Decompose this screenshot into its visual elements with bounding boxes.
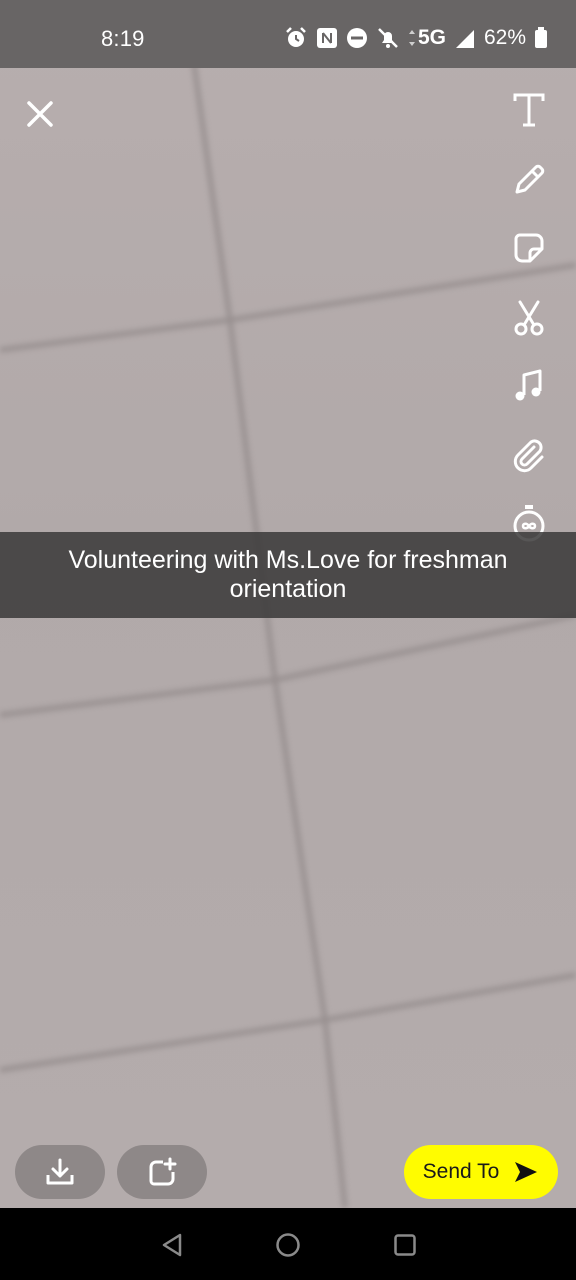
- text-tool-button[interactable]: [509, 90, 549, 130]
- send-to-button[interactable]: Send To: [404, 1145, 558, 1199]
- download-icon: [46, 1158, 74, 1185]
- scissors-icon: [514, 300, 544, 336]
- attachment-tool-button[interactable]: [509, 435, 549, 475]
- sticker-tool-button[interactable]: [509, 228, 549, 268]
- draw-tool-button[interactable]: [509, 160, 549, 200]
- status-bar: 8:19 5G 62%: [0, 0, 576, 68]
- caption-text[interactable]: Volunteering with Ms.Love for freshman o…: [38, 546, 538, 604]
- add-story-icon: [149, 1157, 177, 1186]
- nfc-icon: [316, 28, 337, 48]
- add-to-story-button[interactable]: [117, 1145, 207, 1199]
- sticker-icon: [514, 233, 544, 263]
- battery-icon: [535, 27, 547, 48]
- scissors-tool-button[interactable]: [509, 298, 549, 338]
- pencil-icon: [515, 164, 545, 194]
- status-icons: 5G 62%: [284, 24, 548, 52]
- save-button[interactable]: [15, 1145, 105, 1199]
- nav-recents-button[interactable]: [390, 1230, 420, 1260]
- status-time: 8:19: [101, 26, 145, 51]
- system-nav-bar: [0, 1208, 576, 1280]
- do-not-disturb-icon: [346, 28, 367, 48]
- caption-bar[interactable]: Volunteering with Ms.Love for freshman o…: [0, 532, 576, 618]
- send-arrow-icon: [515, 1162, 538, 1182]
- network-type: 5G: [417, 26, 446, 49]
- text-tool-icon: [513, 93, 545, 127]
- music-tool-button[interactable]: [509, 366, 549, 406]
- music-note-icon: [515, 369, 542, 401]
- close-button[interactable]: [22, 96, 58, 132]
- paperclip-icon: [513, 439, 544, 473]
- close-icon: [27, 101, 53, 127]
- nav-back-button[interactable]: [157, 1230, 187, 1260]
- battery-percent: 62%: [483, 26, 526, 49]
- home-icon: [276, 1233, 300, 1257]
- alarm-icon: [286, 27, 306, 47]
- recents-icon: [394, 1234, 416, 1256]
- back-icon: [162, 1233, 182, 1257]
- send-to-label: Send To: [422, 1160, 500, 1183]
- nav-home-button[interactable]: [273, 1230, 303, 1260]
- data-arrows-icon: [408, 30, 415, 46]
- bell-muted-icon: [378, 28, 398, 48]
- signal-icon: [455, 30, 474, 48]
